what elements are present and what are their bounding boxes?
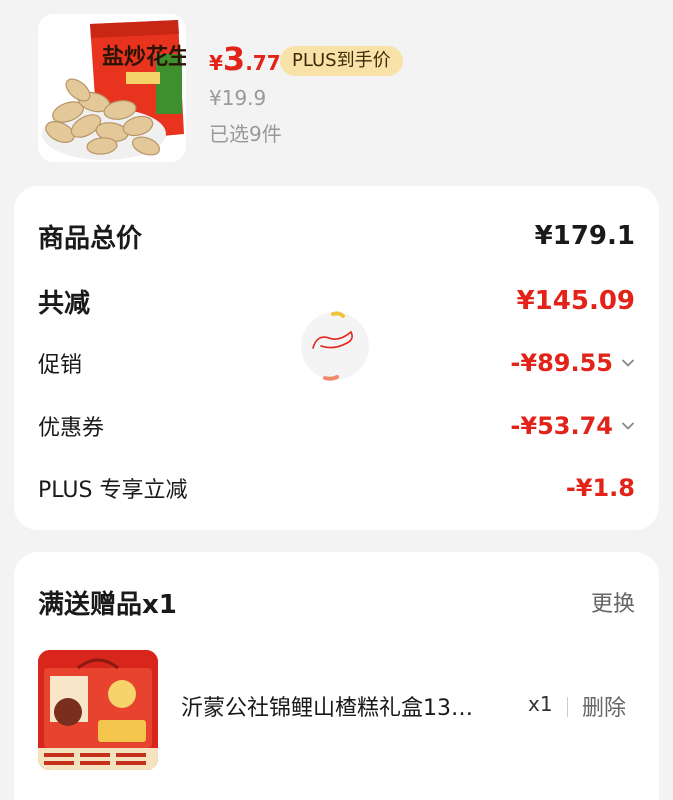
total-price-label: 商品总价 — [38, 223, 143, 254]
plus-price-badge: PLUS到手价 — [280, 46, 403, 76]
coupon-row[interactable]: 优惠券 -¥53.74 — [38, 406, 635, 446]
plus-price: ¥ 3 .77 — [209, 40, 281, 80]
chevron-down-icon[interactable] — [621, 356, 635, 370]
total-price-value: ¥179.1 — [534, 221, 635, 251]
price-summary-card: 商品总价 ¥179.1 共减 ¥145.09 促销 -¥89.55 优惠券 -¥… — [14, 186, 659, 530]
product-row: 盐炒花生 ¥ 3 .77 PLUS到手价 ¥19.9 已选9件 — [0, 0, 673, 180]
plus-discount-row: PLUS 专享立减 -¥1.8 — [38, 468, 635, 508]
gift-box-icon — [38, 650, 158, 770]
delete-gift-button[interactable]: 删除 — [582, 690, 626, 722]
price-currency: ¥ — [209, 51, 223, 75]
divider — [567, 697, 568, 717]
gift-image[interactable] — [38, 650, 158, 770]
bag-brand-text: 盐炒花生 — [102, 44, 186, 70]
price-integer: 3 — [222, 40, 246, 78]
promotion-value: -¥89.55 — [510, 349, 613, 377]
promotion-label: 促销 — [38, 353, 83, 378]
price-decimal: .77 — [245, 51, 281, 75]
promotion-value-wrap[interactable]: -¥89.55 — [510, 349, 635, 377]
coupon-value: -¥53.74 — [510, 412, 613, 440]
product-image[interactable]: 盐炒花生 — [38, 14, 186, 162]
coupon-label: 优惠券 — [38, 416, 105, 441]
gift-name[interactable]: 沂蒙公社锦鲤山楂糕礼盒13… — [181, 690, 521, 722]
swap-gift-button[interactable]: 更换 — [591, 586, 635, 618]
total-price-row: 商品总价 ¥179.1 — [38, 216, 635, 256]
plus-discount-label: PLUS 专享立减 — [38, 478, 188, 503]
plus-discount-value: -¥1.8 — [565, 474, 635, 502]
gift-card: 满送赠品x1 更换 沂蒙公社锦鲤山楂糕礼盒13… x1 删除 — [14, 552, 659, 800]
gift-quantity: x1 — [528, 692, 553, 716]
total-discount-value: ¥145.09 — [516, 286, 635, 316]
gift-title: 满送赠品x1 — [38, 590, 177, 620]
chevron-down-icon[interactable] — [621, 419, 635, 433]
original-price: ¥19.9 — [209, 86, 267, 110]
peanut-snack-bag-icon: 盐炒花生 — [38, 14, 186, 162]
coupon-value-wrap[interactable]: -¥53.74 — [510, 412, 635, 440]
selected-count: 已选9件 — [209, 122, 282, 146]
total-discount-label: 共减 — [38, 288, 91, 319]
loading-spinner-icon — [301, 311, 369, 381]
